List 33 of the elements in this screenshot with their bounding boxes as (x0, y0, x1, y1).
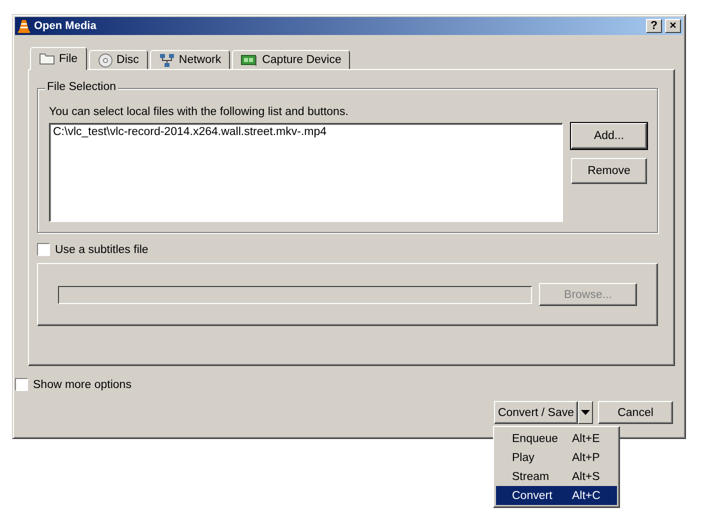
group-title: File Selection (45, 81, 118, 93)
menu-item[interactable]: Play Alt+P (496, 448, 617, 467)
menu-item[interactable]: Stream Alt+S (496, 467, 617, 486)
tab[interactable]: File (30, 47, 87, 70)
file-list[interactable]: C:\vlc_test\vlc-record-2014.x264.wall.street.mkv-.mp4 (49, 123, 563, 222)
folder-icon (39, 53, 55, 65)
checkbox[interactable] (37, 243, 50, 256)
shortcut-text: Alt+S (572, 470, 600, 482)
shortcut-text: Alt+P (572, 452, 600, 464)
close-button[interactable]: × (665, 19, 681, 33)
checkbox-label: Show more options (33, 378, 132, 390)
network-icon (158, 54, 175, 66)
tab[interactable]: Disc (88, 50, 148, 69)
window-title: Open Media (34, 20, 98, 32)
help-button[interactable]: ? (646, 19, 662, 33)
caret-icon (581, 410, 590, 415)
menu-item[interactable]: Enqueue Alt+E (496, 429, 617, 448)
checkbox-label: Use a subtitles file (55, 244, 148, 256)
hint-text: You can select local files with the following list and buttons. (49, 106, 350, 118)
card-icon (241, 54, 258, 66)
add-button[interactable]: Add... (571, 123, 647, 149)
tab[interactable]: Network (150, 50, 230, 69)
shortcut-text: Alt+E (572, 432, 600, 444)
file-item[interactable]: C:\vlc_test\vlc-record-2014.x264.wall.street.mkv-.mp4 (53, 126, 559, 138)
traffic-cone-icon (17, 19, 31, 33)
dropdown-button[interactable] (578, 401, 593, 424)
checkbox[interactable] (15, 378, 28, 391)
convert-save-button[interactable]: Convert / Save (494, 401, 578, 424)
menu-item[interactable]: Convert Alt+C (496, 486, 617, 505)
tab[interactable]: Capture Device (232, 50, 350, 69)
remove-button[interactable]: Remove (571, 158, 647, 184)
shortcut-text: Alt+C (572, 490, 600, 502)
cancel-button[interactable]: Cancel (598, 401, 673, 424)
